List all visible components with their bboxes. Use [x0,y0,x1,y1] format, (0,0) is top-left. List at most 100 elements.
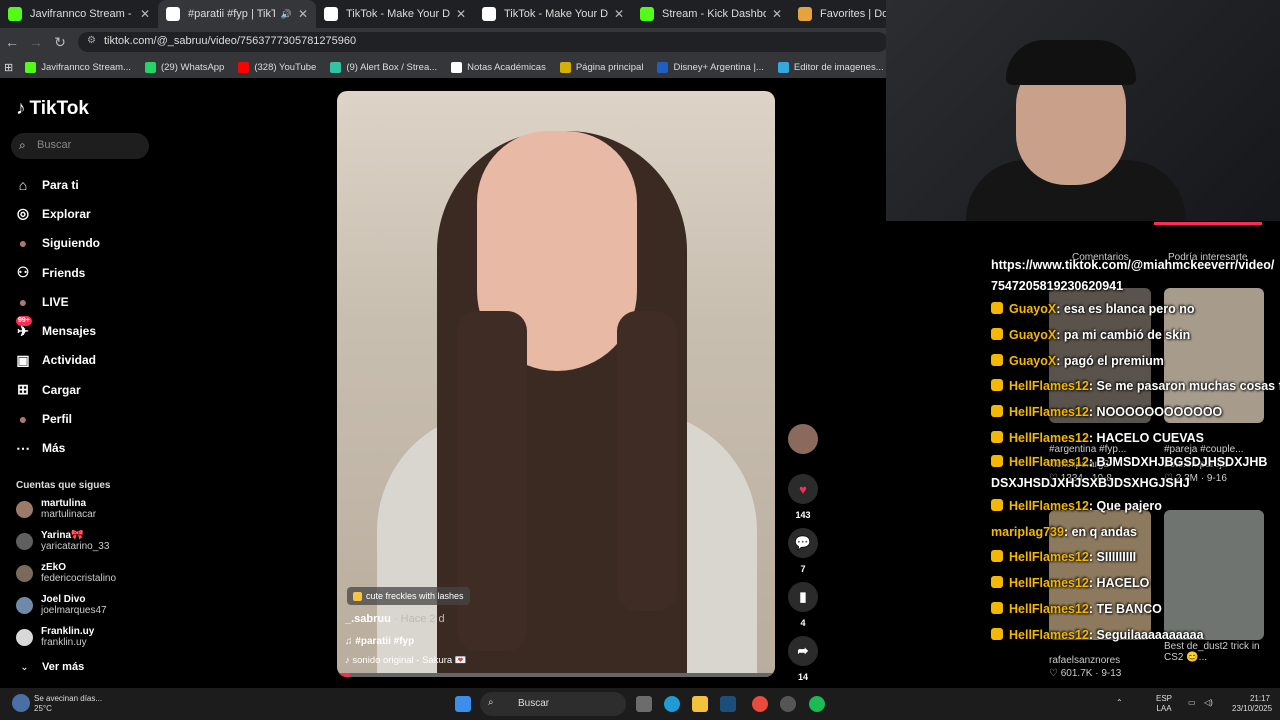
comments-tab[interactable]: Comentarios [1072,252,1129,263]
share-button[interactable]: ➦ 14 [787,636,819,682]
author-avatar[interactable] [788,424,818,454]
taskbar-search[interactable]: ⌕ Buscar [480,692,626,716]
related-thumb-4[interactable] [1164,510,1264,640]
followed-account[interactable]: martulina martulinacar [16,498,96,520]
related-thumb-3[interactable] [1049,510,1151,640]
browser-tab[interactable]: TikTok - Make Your Day ✕ [474,0,632,28]
volume-icon[interactable]: ◁) [1204,698,1213,708]
language-indicator[interactable]: ESP LAA [1156,694,1172,714]
tiktok-logo[interactable]: ♪ TikTok [16,98,89,120]
browser-tab[interactable]: Favorites | Do ✕ [790,0,948,28]
sidebar-item-actividad[interactable]: ▣ Actividad [14,346,194,375]
tab-close-icon[interactable]: ✕ [456,7,466,21]
related-stats-3: ♡ 601.7K · 9-13 [1049,668,1122,679]
bookmark-label: (29) WhatsApp [160,61,225,73]
bookmark-item[interactable]: Notas Académicas [451,61,546,73]
music-note-icon: ♫ [345,636,356,647]
share-count: 14 [797,672,808,682]
followed-account[interactable]: Yarina🎀 yaricatarino_33 [16,530,109,552]
save-count: 4 [800,618,806,628]
sidebar-item-live[interactable]: ● LIVE [14,287,194,316]
bookmark-label: Página principal [575,61,644,73]
forward-icon[interactable]: → [24,34,48,50]
bookmark-item[interactable]: Disney+ Argentina |... [657,61,764,73]
steam-icon[interactable] [720,696,736,712]
sidebar-item-siguiendo[interactable]: ● Siguiendo [14,229,194,258]
browser-tab[interactable]: Javifrannco Stream - Watch Live ✕ [0,0,158,28]
sidebar-item-cargar[interactable]: ⊞ Cargar [14,375,194,404]
tab-close-icon[interactable]: ✕ [772,7,782,21]
bookmark-item[interactable]: Javifrannco Stream... [25,61,131,73]
edge-icon[interactable] [664,696,680,712]
browser-tab[interactable]: #paratii #fyp | TikTok 🔊 ✕ [158,0,316,28]
tray-chevron-icon[interactable]: ⌃ [1116,698,1123,708]
bookmark-item[interactable]: (328) YouTube [238,61,316,73]
bookmark-item[interactable]: Spotify - Reproduct... [897,61,1003,73]
apps-icon[interactable]: ⊞ [4,61,13,74]
followed-account[interactable]: Joel Divo joelmarques47 [16,594,107,616]
sidebar-item-label: Friends [42,265,86,280]
site-info-icon[interactable]: ⚙ [87,35,96,46]
account-handle: joelmarques47 [41,605,107,616]
video-author[interactable]: _.sabruu · Hace 2 d [345,613,445,625]
video-progress-bar[interactable] [337,673,775,677]
tab-audio-icon[interactable]: 🔊 [281,9,292,20]
heart-icon: ♥ [788,474,818,504]
video-effect-tag[interactable]: cute freckles with lashes [347,587,470,605]
task-view-icon[interactable] [636,696,652,712]
address-bar-row: ← → ↻ ⚙ tiktok.com/@_sabruu/video/756377… [0,28,1280,56]
video-sound[interactable]: ♪ sonido original - Sakura 💌 [345,655,467,666]
sidebar-item-perfil[interactable]: ● Perfil [14,404,194,433]
search-input[interactable]: ⌕ Buscar [11,133,149,159]
browser-tab[interactable]: Stream - Kick Dashboard ✕ [632,0,790,28]
followed-account[interactable]: zEkO federicocristalino [16,562,116,584]
bookmark-item[interactable]: (29) WhatsApp [144,61,225,73]
tab-close-icon[interactable]: ✕ [614,7,624,21]
save-button[interactable]: ▮ 4 [787,582,819,628]
tab-close-icon[interactable]: ✕ [298,7,308,21]
windows-start-icon[interactable] [455,696,471,712]
network-icon[interactable]: ▭ [1188,698,1196,708]
bookmark-item[interactable]: Editor de imagenes... [777,61,884,73]
clock-time: 21:17 [1249,694,1270,703]
tab-close-icon[interactable]: ✕ [140,7,150,21]
sidebar-item-label: Para ti [42,177,79,192]
sidebar-item-parati[interactable]: ⌂ Para ti [14,170,194,199]
bookmark-label: Javifrannco Stream... [41,61,131,73]
bookmark-favicon-icon [238,61,250,73]
obs-icon[interactable] [780,696,796,712]
video-player[interactable]: cute freckles with lashes _.sabruu · Hac… [337,91,775,677]
sidebar-item-friends[interactable]: ⚇ Friends [14,258,194,287]
tab-favicon-icon [798,7,812,21]
sidebar-item-mensajes[interactable]: ✈ 99+ Mensajes [14,316,194,345]
reload-icon[interactable]: ↻ [48,34,72,51]
video-progress-fill [337,673,351,677]
spotify-icon[interactable] [809,696,825,712]
followed-account[interactable]: Franklin.uy franklin.uy [16,626,94,648]
tab-label: #paratii #fyp | TikTok [188,8,275,20]
like-button[interactable]: ♥ 143 [787,474,819,520]
related-tab[interactable]: Podría interesarte [1168,252,1248,263]
url-field[interactable]: ⚙ tiktok.com/@_sabruu/video/756377730578… [78,32,888,52]
avatar [16,564,33,582]
comment-button[interactable]: 💬 7 [787,528,819,574]
see-more-button[interactable]: ⌄ Ver más [16,662,84,674]
weather-widget[interactable]: Se avecinan días... 25°C [34,694,102,714]
sidebar-item-explorar[interactable]: ◎ Explorar [14,199,194,228]
tab-close-icon[interactable]: ✕ [930,7,940,21]
sidebar-item-ms[interactable]: ⋯ Más [14,434,194,463]
file-explorer-icon[interactable] [692,696,708,712]
tiktok-note-icon: ♪ [16,98,26,119]
browser-tab[interactable]: TikTok - Make Your Day ✕ [316,0,474,28]
back-icon[interactable]: ← [0,34,24,50]
bookmark-favicon-icon [897,61,909,73]
weather-icon[interactable] [12,694,30,712]
bookmark-item[interactable]: (9) Alert Box / Strea... [330,61,437,73]
account-name: zEkO [41,562,67,573]
related-thumb-1[interactable] [1049,288,1151,423]
related-thumb-2[interactable] [1164,288,1264,423]
chrome-icon[interactable] [752,696,768,712]
tiktok-page: ♪ TikTok ⌕ Buscar ⌂ Para ti ◎ Explorar ● Sigu… [0,78,1280,688]
bookmark-item[interactable]: Página principal [559,61,644,73]
clock[interactable]: 21:17 23/10/2025 [1232,694,1272,714]
